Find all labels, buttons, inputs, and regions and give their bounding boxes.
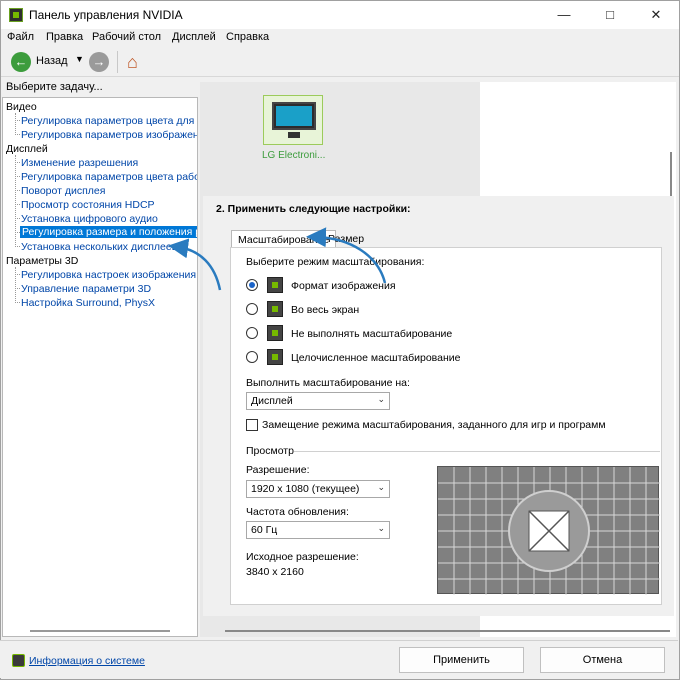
back-label[interactable]: Назад	[36, 55, 68, 67]
tree-category-3d[interactable]: Параметры 3D	[6, 255, 78, 267]
tree-connector	[15, 134, 20, 135]
minimize-icon[interactable]: —	[541, 1, 587, 29]
resolution-dropdown[interactable]: 1920 x 1080 (текущее) ⌄	[246, 480, 390, 498]
full-screen-icon	[267, 301, 283, 317]
tree-connector	[15, 267, 16, 303]
chevron-down-icon: ⌄	[377, 523, 385, 533]
tree-item-hdcp-status[interactable]: Просмотр состояния HDCP	[21, 199, 155, 211]
back-arrow-icon[interactable]: ←	[11, 52, 31, 72]
resolution-label: Разрешение:	[246, 464, 310, 476]
tree-connector	[15, 288, 20, 289]
tree-connector	[15, 113, 16, 135]
mode-aspect-ratio-label[interactable]: Формат изображения	[291, 280, 396, 292]
title-bar: Панель управления NVIDIA — □ ✕	[1, 1, 679, 29]
preview-group-label: Просмотр	[246, 445, 294, 457]
tree-item-multiple-displays[interactable]: Установка нескольких дисплеев	[21, 241, 177, 253]
monitor-icon	[272, 102, 316, 130]
menu-bar: Файл Правка Рабочий стол Дисплей Справка	[1, 29, 679, 47]
refresh-rate-value: 60 Гц	[251, 524, 278, 536]
tree-connector	[15, 302, 20, 303]
mode-no-scaling-label[interactable]: Не выполнять масштабирование	[291, 328, 452, 340]
toolbar-divider	[117, 51, 118, 73]
tree-connector	[15, 162, 20, 163]
tab-scaling[interactable]: Масштабирование	[231, 230, 337, 248]
tree-connector	[15, 190, 20, 191]
tree-item-change-resolution[interactable]: Изменение разрешения	[21, 157, 138, 169]
menu-display[interactable]: Дисплей	[172, 31, 216, 43]
resolution-value: 1920 x 1080 (текущее)	[251, 483, 360, 495]
tree-item-desktop-size-position[interactable]: Регулировка размера и положения раб	[20, 226, 197, 238]
tree-item-desktop-color[interactable]: Регулировка параметров цвета рабоч	[21, 171, 197, 183]
integer-scaling-icon	[267, 349, 283, 365]
refresh-rate-dropdown[interactable]: 60 Гц ⌄	[246, 521, 390, 539]
perform-on-value: Дисплей	[251, 395, 293, 407]
tree-connector	[15, 218, 20, 219]
aspect-ratio-icon	[267, 277, 283, 293]
tree-connector	[15, 120, 20, 121]
tree-item-manage-3d[interactable]: Управление параметри 3D	[21, 283, 151, 295]
tree-connector	[15, 176, 20, 177]
tree-category-video[interactable]: Видео	[6, 101, 37, 113]
radio-integer-scaling[interactable]	[246, 351, 258, 363]
test-pattern-icon	[438, 467, 660, 595]
cancel-button[interactable]: Отмена	[540, 647, 665, 673]
task-panel-header: Выберите задачу...	[2, 81, 198, 97]
tree-connector	[15, 204, 20, 205]
override-label[interactable]: Замещение режима масштабирования, заданн…	[262, 419, 606, 431]
tree-category-display[interactable]: Дисплей	[6, 143, 48, 155]
tree-item-video-image[interactable]: Регулировка параметров изображения	[21, 129, 197, 141]
tree-item-video-color[interactable]: Регулировка параметров цвета для ви	[21, 115, 197, 127]
maximize-icon[interactable]: □	[587, 1, 633, 29]
tree-item-3d-image-settings[interactable]: Регулировка настроек изображения с	[21, 269, 197, 281]
back-dropdown-icon[interactable]: ▼	[75, 54, 84, 64]
menu-desktop[interactable]: Рабочий стол	[92, 31, 161, 43]
radio-full-screen[interactable]	[246, 303, 258, 315]
chevron-down-icon: ⌄	[377, 482, 385, 492]
no-scaling-icon	[267, 325, 283, 341]
perform-on-dropdown[interactable]: Дисплей ⌄	[246, 392, 390, 410]
task-tree: Видео Регулировка параметров цвета для в…	[2, 97, 198, 637]
window-title: Панель управления NVIDIA	[29, 8, 183, 22]
home-icon[interactable]: ⌂	[127, 51, 149, 73]
task-tree-scrollbar[interactable]	[30, 630, 170, 632]
section-heading: 2. Применить следующие настройки:	[216, 203, 411, 215]
system-info-icon	[12, 654, 25, 667]
system-info-link[interactable]: Информация о системе	[29, 655, 145, 667]
toolbar: ← Назад ▼ → ⌂	[1, 47, 679, 77]
display-selector[interactable]	[263, 95, 323, 145]
scaling-mode-label: Выберите режим масштабирования:	[246, 256, 425, 268]
native-resolution-label: Исходное разрешение:	[246, 551, 359, 563]
nvidia-app-icon	[9, 8, 23, 22]
radio-no-scaling[interactable]	[246, 327, 258, 339]
forward-arrow-icon[interactable]: →	[89, 52, 109, 72]
perform-on-label: Выполнить масштабирование на:	[246, 377, 410, 389]
native-resolution-value: 3840 x 2160	[246, 566, 304, 578]
preview-group-divider	[294, 451, 660, 452]
mode-integer-scaling-label[interactable]: Целочисленное масштабирование	[291, 352, 460, 364]
mode-full-screen-label[interactable]: Во весь экран	[291, 304, 359, 316]
tree-connector	[15, 246, 20, 247]
close-icon[interactable]: ✕	[633, 1, 679, 29]
radio-aspect-ratio[interactable]	[246, 279, 258, 291]
display-name[interactable]: LG Electroni...	[262, 150, 325, 161]
scaling-preview	[437, 466, 660, 595]
tree-item-rotate-display[interactable]: Поворот дисплея	[21, 185, 105, 197]
menu-file[interactable]: Файл	[7, 31, 34, 43]
tab-size[interactable]: Размер	[322, 230, 370, 248]
menu-edit[interactable]: Правка	[46, 31, 83, 43]
menu-help[interactable]: Справка	[226, 31, 269, 43]
monitor-stand-icon	[288, 132, 300, 138]
chevron-down-icon: ⌄	[377, 394, 385, 404]
tree-connector	[15, 274, 20, 275]
tree-item-surround-physx[interactable]: Настройка Surround, PhysX	[21, 297, 155, 309]
apply-button[interactable]: Применить	[399, 647, 524, 673]
content-hscrollbar[interactable]	[225, 630, 670, 632]
refresh-rate-label: Частота обновления:	[246, 506, 349, 518]
tree-item-digital-audio[interactable]: Установка цифрового аудио	[21, 213, 158, 225]
override-checkbox[interactable]	[246, 419, 258, 431]
